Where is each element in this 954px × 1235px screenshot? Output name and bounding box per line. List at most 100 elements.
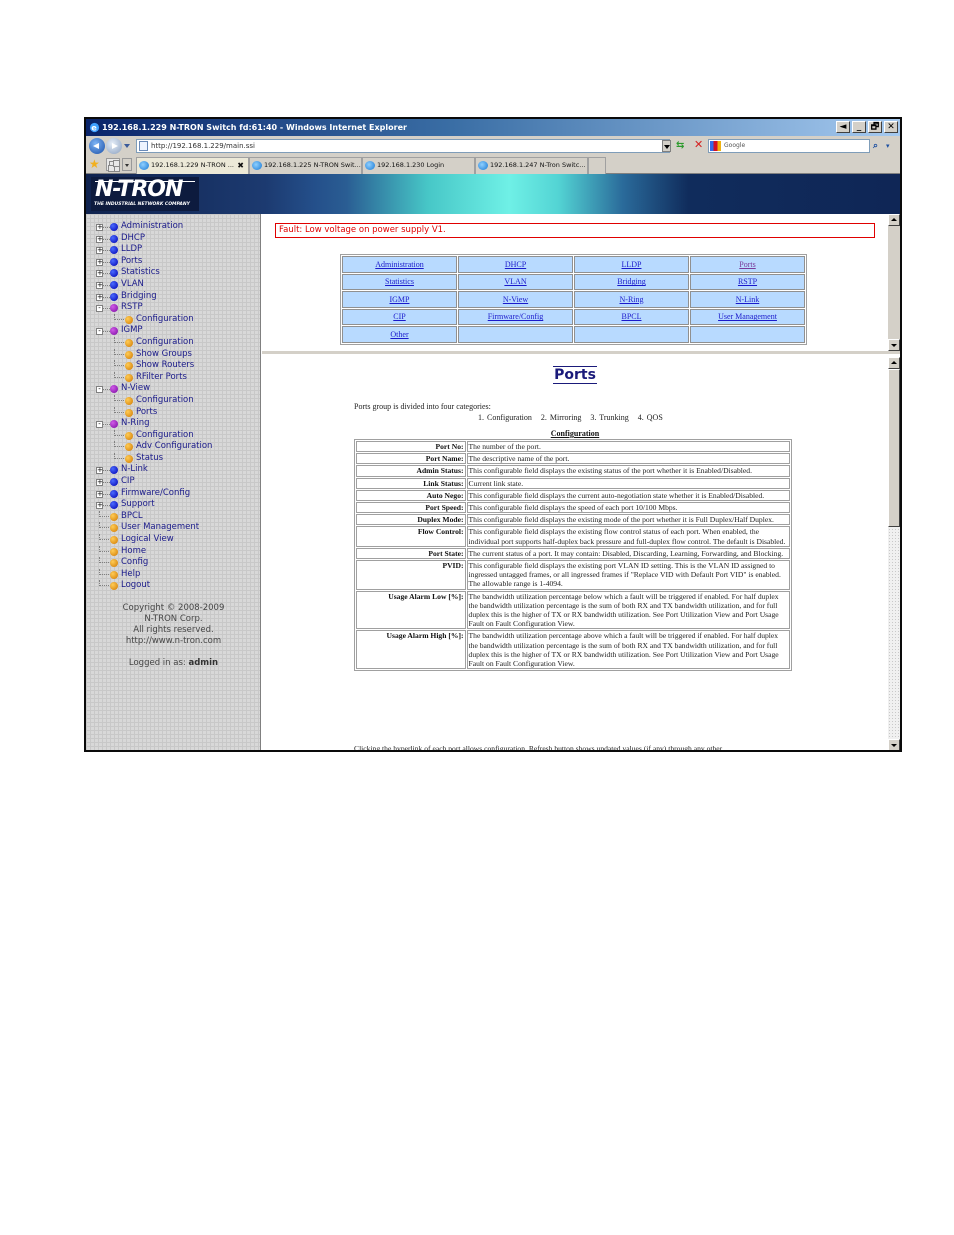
nav-link-n-link[interactable]: N-Link	[736, 295, 760, 304]
favorites-star-icon[interactable]: ★	[89, 157, 100, 171]
ntron-website-link[interactable]: http://www.n-tron.com	[86, 636, 261, 647]
tab-list-dropdown-icon[interactable]	[122, 158, 132, 171]
expand-icon[interactable]: +	[96, 270, 103, 278]
nav-link-vlan[interactable]: VLAN	[504, 277, 526, 286]
scroll-track[interactable]	[888, 226, 900, 339]
nav-link-statistics[interactable]: Statistics	[385, 277, 414, 286]
nav-cell: BPCL	[574, 308, 689, 325]
tab-192-168-1-247[interactable]: 192.168.1.247 N-Tron Switc...	[475, 157, 588, 174]
collapse-icon[interactable]: -	[96, 305, 103, 313]
sidebar-item-label: Administration	[121, 221, 184, 231]
nav-row: CIP Firmware/Config BPCL User Management	[342, 308, 805, 325]
scroll-up-icon[interactable]	[888, 357, 900, 369]
nav-link-bpcl[interactable]: BPCL	[621, 312, 641, 321]
search-icon[interactable]: ⌕	[873, 139, 885, 153]
scroll-up-icon[interactable]	[888, 214, 900, 226]
nav-cell: Ports	[690, 256, 805, 273]
tree-connector	[103, 296, 110, 298]
field-name: Admin Status:	[356, 465, 466, 477]
scroll-down-icon[interactable]	[888, 339, 900, 351]
collapse-icon[interactable]: -	[96, 386, 103, 394]
field-description: This configurable field displays the exi…	[466, 526, 790, 547]
ie-tab-icon	[252, 161, 262, 170]
table-row: Usage Alarm Low [%]: The bandwidth utiliz…	[356, 590, 790, 630]
nav-cell: Statistics	[342, 273, 457, 290]
sidebar-item-label: Configuration	[136, 336, 194, 347]
search-input[interactable]: Google	[708, 139, 870, 153]
quick-nav-table: Administration DHCP LLDP Ports Statistics VLA…	[340, 254, 807, 345]
orange-bullet-icon	[110, 559, 118, 568]
scroll-thumb[interactable]	[888, 369, 900, 527]
minimize-button[interactable]: _	[852, 121, 866, 133]
expand-icon[interactable]: +	[96, 224, 103, 231]
expand-icon[interactable]: +	[96, 502, 103, 510]
tree-connector	[114, 394, 124, 401]
stop-icon[interactable]: ✕	[694, 139, 703, 151]
expand-icon[interactable]: +	[96, 235, 103, 243]
nav-link-rstp[interactable]: RSTP	[738, 277, 757, 286]
tab-label: 192.168.1.247 N-Tron Switc...	[490, 161, 586, 169]
expand-icon[interactable]: +	[96, 293, 103, 301]
quick-tabs-icon[interactable]	[106, 158, 120, 171]
header-banner: N-TRON THE INDUSTRIAL NETWORK COMPANY	[86, 174, 900, 214]
top-frame: Fault: Low voltage on power supply V1. A…	[262, 214, 900, 354]
orange-bullet-icon	[125, 408, 133, 417]
refresh-icon[interactable]: ⇆	[676, 140, 684, 152]
help-frame-scrollbar[interactable]	[888, 357, 900, 750]
sidebar-item-label: Firmware/Config	[121, 487, 191, 498]
nav-link-user-management[interactable]: User Management	[718, 312, 777, 321]
tree-connector	[103, 250, 110, 252]
sidebar-item-label: Home	[121, 545, 147, 556]
sidebar-item-label: Bridging	[121, 290, 157, 301]
close-tab-icon[interactable]: ✖	[237, 158, 244, 173]
nav-link-ports[interactable]: Ports	[739, 260, 755, 269]
nav-link-cip[interactable]: CIP	[393, 312, 405, 321]
back-arrow-icon[interactable]	[89, 138, 105, 154]
search-options-dropdown-icon[interactable]: ▾	[886, 139, 896, 153]
nav-link-bridging[interactable]: Bridging	[617, 277, 645, 286]
orange-bullet-icon	[125, 431, 133, 440]
nav-link-igmp[interactable]: IGMP	[389, 295, 409, 304]
expand-icon[interactable]: +	[96, 479, 103, 487]
expand-icon[interactable]: +	[96, 490, 103, 498]
blue-bullet-icon	[110, 234, 118, 243]
collapse-icon[interactable]: -	[96, 328, 103, 336]
table-row: Admin Status: This configurable field dis…	[356, 465, 790, 477]
sidebar-item-label: DHCP	[121, 232, 145, 243]
tree-connector	[114, 452, 124, 459]
tab-192-168-1-230[interactable]: 192.168.1.230 Login	[362, 157, 475, 174]
collapse-icon[interactable]: -	[96, 421, 103, 429]
url-input[interactable]: http://192.168.1.229/main.ssi	[136, 139, 670, 153]
tree-connector	[103, 273, 110, 275]
tab-192-168-1-229[interactable]: 192.168.1.229 N-TRON ... ✖	[136, 157, 249, 174]
restore-tab-button[interactable]: ◄	[836, 121, 850, 133]
blue-bullet-icon	[110, 478, 118, 487]
history-dropdown-icon[interactable]	[124, 144, 130, 148]
blue-bullet-icon	[110, 257, 118, 266]
sidebar-item-label: User Management	[121, 522, 200, 533]
ie-tab-icon	[139, 161, 149, 170]
nav-cell: Administration	[342, 256, 457, 273]
ie-logo-icon: e	[89, 123, 100, 133]
tab-192-168-1-225[interactable]: 192.168.1.225 N-TRON Swit...	[249, 157, 362, 174]
scroll-down-icon[interactable]	[888, 739, 900, 750]
forward-arrow-icon[interactable]	[106, 138, 122, 154]
close-button[interactable]: ✕	[884, 121, 898, 133]
nav-link-dhcp[interactable]: DHCP	[505, 260, 526, 269]
nav-link-firmware-config[interactable]: Firmware/Config	[488, 312, 544, 321]
top-frame-scrollbar[interactable]	[888, 214, 900, 351]
expand-icon[interactable]: +	[96, 247, 103, 255]
new-tab-button[interactable]	[588, 157, 606, 174]
expand-icon[interactable]: +	[96, 258, 103, 266]
nav-link-n-view[interactable]: N-View	[503, 295, 528, 304]
nav-link-administration[interactable]: Administration	[375, 260, 423, 269]
nav-link-other[interactable]: Other	[390, 330, 408, 339]
nav-cell: Firmware/Config	[458, 308, 573, 325]
expand-icon[interactable]: +	[96, 467, 103, 475]
table-row: Auto Nego: This configurable field displa…	[356, 489, 790, 502]
maximize-button[interactable]: 🗗	[868, 121, 882, 133]
expand-icon[interactable]: +	[96, 281, 103, 289]
nav-link-lldp[interactable]: LLDP	[622, 260, 642, 269]
nav-link-n-ring[interactable]: N-Ring	[620, 295, 644, 304]
url-dropdown-icon[interactable]	[662, 140, 671, 152]
